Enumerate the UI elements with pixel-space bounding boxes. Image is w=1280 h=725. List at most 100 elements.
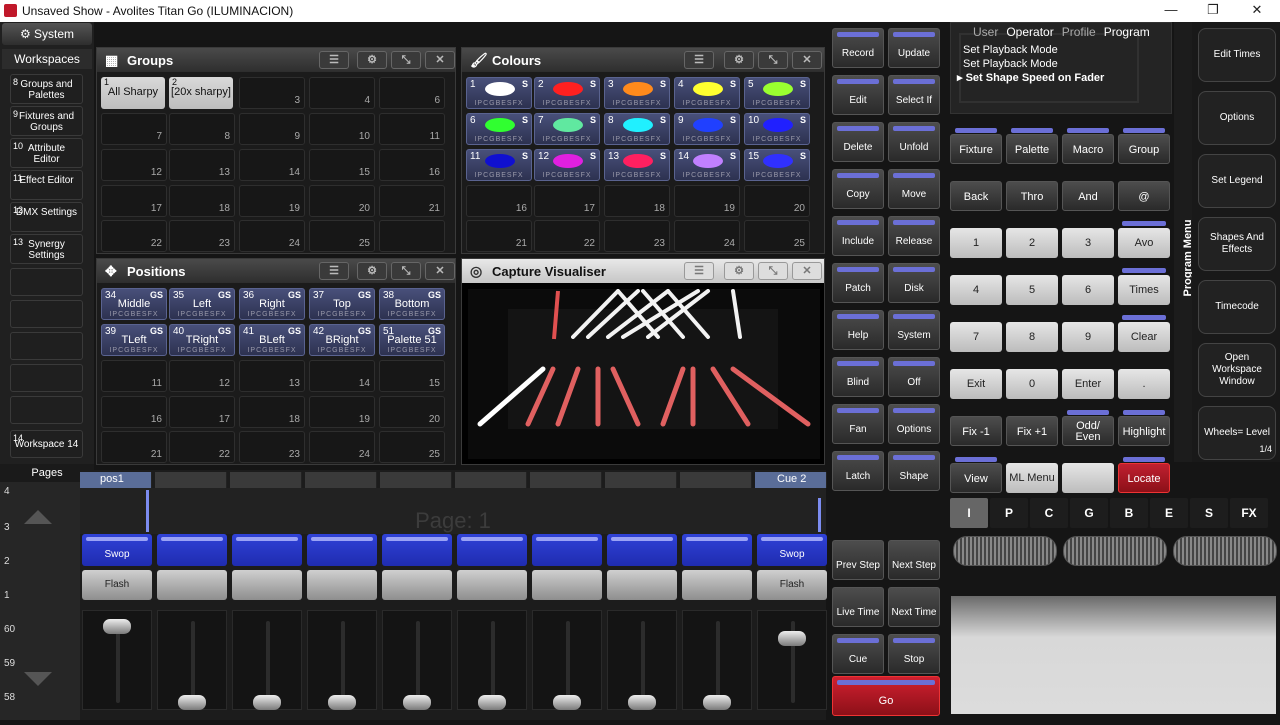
cmd-button-system[interactable]: System — [888, 310, 940, 350]
key-4[interactable]: 4 — [950, 275, 1002, 305]
playback-fader-1[interactable] — [82, 610, 152, 710]
playback-fader-2[interactable] — [157, 610, 227, 710]
key-dot[interactable]: . — [1118, 369, 1170, 399]
key-2[interactable]: 2 — [1006, 228, 1058, 258]
empty-slot[interactable]: 21 — [466, 220, 532, 252]
prev-step-button[interactable]: Prev Step — [832, 540, 884, 580]
close-icon[interactable]: ✕ — [425, 51, 455, 69]
workspace-button-14[interactable]: 14 Workspace 14 — [10, 430, 83, 458]
playback-fader-10[interactable] — [757, 610, 827, 710]
key-exit[interactable]: Exit — [950, 369, 1002, 399]
playback-header-10[interactable]: Cue 2 — [755, 472, 827, 488]
empty-slot[interactable]: 23 — [604, 220, 670, 252]
key-times[interactable]: Times — [1118, 268, 1170, 305]
key-view[interactable]: View — [950, 457, 1002, 493]
flash-button-3[interactable] — [232, 570, 302, 600]
empty-slot[interactable]: 14 — [239, 149, 305, 181]
empty-slot[interactable]: 6 — [379, 77, 445, 109]
cmd-button-options[interactable]: Options — [888, 404, 940, 444]
playback-header-2[interactable] — [155, 472, 227, 488]
resize-icon[interactable]: ⤡ — [758, 262, 788, 280]
settings-icon[interactable]: ⚙ — [724, 262, 754, 280]
workspace-empty-slot[interactable] — [10, 300, 83, 328]
stop-button[interactable]: Stop — [888, 634, 940, 674]
empty-slot[interactable]: 3 — [239, 77, 305, 109]
colour-palette-5[interactable]: 5 S IPCGBESFX — [744, 77, 810, 109]
empty-slot[interactable]: 9 — [239, 113, 305, 145]
colour-palette-12[interactable]: 12 S IPCGBESFX — [534, 149, 600, 181]
empty-slot[interactable]: 17 — [534, 185, 600, 217]
playback-fader-6[interactable] — [457, 610, 527, 710]
swop-button-10[interactable]: Swop — [757, 534, 827, 566]
key-enter[interactable]: Enter — [1062, 369, 1114, 399]
swop-button-6[interactable] — [457, 534, 527, 566]
empty-slot[interactable]: 7 — [101, 113, 167, 145]
empty-slot[interactable]: 19 — [239, 185, 305, 217]
colour-palette-11[interactable]: 11 S IPCGBESFX — [466, 149, 532, 181]
settings-icon[interactable]: ⚙ — [724, 51, 754, 69]
flash-button-2[interactable] — [157, 570, 227, 600]
cmd-button-fan[interactable]: Fan — [832, 404, 884, 444]
cmd-button-edit[interactable]: Edit — [832, 75, 884, 115]
menu-icon[interactable]: ☰ — [319, 51, 349, 69]
program-menu-open-workspace-window[interactable]: Open Workspace Window — [1198, 343, 1276, 397]
close-icon[interactable]: ✕ — [425, 262, 455, 280]
playback-header-1[interactable]: pos1 — [80, 472, 152, 488]
position-palette-51[interactable]: 51 GS Palette 51 IPCGBESFX — [379, 324, 445, 356]
program-menu-options[interactable]: Options — [1198, 91, 1276, 145]
attribute-tab-b[interactable]: B — [1110, 498, 1148, 528]
cmd-button-select-if[interactable]: Select If — [888, 75, 940, 115]
empty-slot[interactable]: 15 — [379, 360, 445, 392]
empty-slot[interactable]: 11 — [379, 113, 445, 145]
flash-button-5[interactable] — [382, 570, 452, 600]
empty-slot[interactable]: 16 — [101, 396, 167, 428]
empty-slot[interactable] — [379, 220, 445, 252]
cmd-button-move[interactable]: Move — [888, 169, 940, 209]
program-menu-shapes-and-effects[interactable]: Shapes And Effects — [1198, 217, 1276, 271]
empty-slot[interactable]: 14 — [309, 360, 375, 392]
program-menu-tab[interactable]: Program Menu — [1174, 22, 1194, 462]
swop-button-5[interactable] — [382, 534, 452, 566]
cmd-button-patch[interactable]: Patch — [832, 263, 884, 303]
fader-knob[interactable] — [253, 695, 281, 710]
attribute-wheel-3[interactable] — [1173, 536, 1277, 566]
workspace-empty-slot[interactable] — [10, 268, 83, 296]
colour-palette-8[interactable]: 8 S IPCGBESFX — [604, 113, 670, 145]
cmd-button-record[interactable]: Record — [832, 28, 884, 68]
fader-knob[interactable] — [403, 695, 431, 710]
cmd-button-blind[interactable]: Blind — [832, 357, 884, 397]
playback-header-7[interactable] — [530, 472, 602, 488]
next-step-button[interactable]: Next Step — [888, 540, 940, 580]
minimize-button[interactable]: — — [1156, 2, 1186, 20]
fader-knob[interactable] — [778, 631, 806, 646]
cmd-button-latch[interactable]: Latch — [832, 451, 884, 491]
empty-slot[interactable]: 17 — [169, 396, 235, 428]
empty-slot[interactable]: 23 — [169, 220, 235, 252]
key-ml-menu[interactable]: ML Menu — [1006, 463, 1058, 493]
workspace-button-9[interactable]: 9 Fixtures and Groups — [10, 106, 83, 136]
cmd-button-include[interactable]: Include — [832, 216, 884, 256]
empty-slot[interactable]: 16 — [466, 185, 532, 217]
empty-slot[interactable]: 12 — [101, 149, 167, 181]
key-group[interactable]: Group — [1118, 128, 1170, 164]
key-odd-even[interactable]: Odd/ Even — [1062, 410, 1114, 446]
attribute-tab-s[interactable]: S — [1190, 498, 1228, 528]
key-and[interactable]: And — [1062, 181, 1114, 211]
empty-slot[interactable]: 25 — [744, 220, 810, 252]
fader-knob[interactable] — [478, 695, 506, 710]
cue-button[interactable]: Cue — [832, 634, 884, 674]
page-selector[interactable]: 4 3 2 1 60 59 58 — [0, 482, 80, 720]
playback-fader-7[interactable] — [532, 610, 602, 710]
colour-palette-13[interactable]: 13 S IPCGBESFX — [604, 149, 670, 181]
resize-icon[interactable]: ⤡ — [391, 262, 421, 280]
workspace-button-13[interactable]: 13 Synergy Settings — [10, 234, 83, 264]
empty-slot[interactable]: 13 — [239, 360, 305, 392]
resize-icon[interactable]: ⤡ — [391, 51, 421, 69]
prompt-tab-profile[interactable]: Profile — [1062, 25, 1096, 39]
playback-fader-4[interactable] — [307, 610, 377, 710]
empty-slot[interactable]: 4 — [309, 77, 375, 109]
key-3[interactable]: 3 — [1062, 228, 1114, 258]
cmd-button-help[interactable]: Help — [832, 310, 884, 350]
fader-knob[interactable] — [103, 619, 131, 634]
attribute-tab-fx[interactable]: FX — [1230, 498, 1268, 528]
